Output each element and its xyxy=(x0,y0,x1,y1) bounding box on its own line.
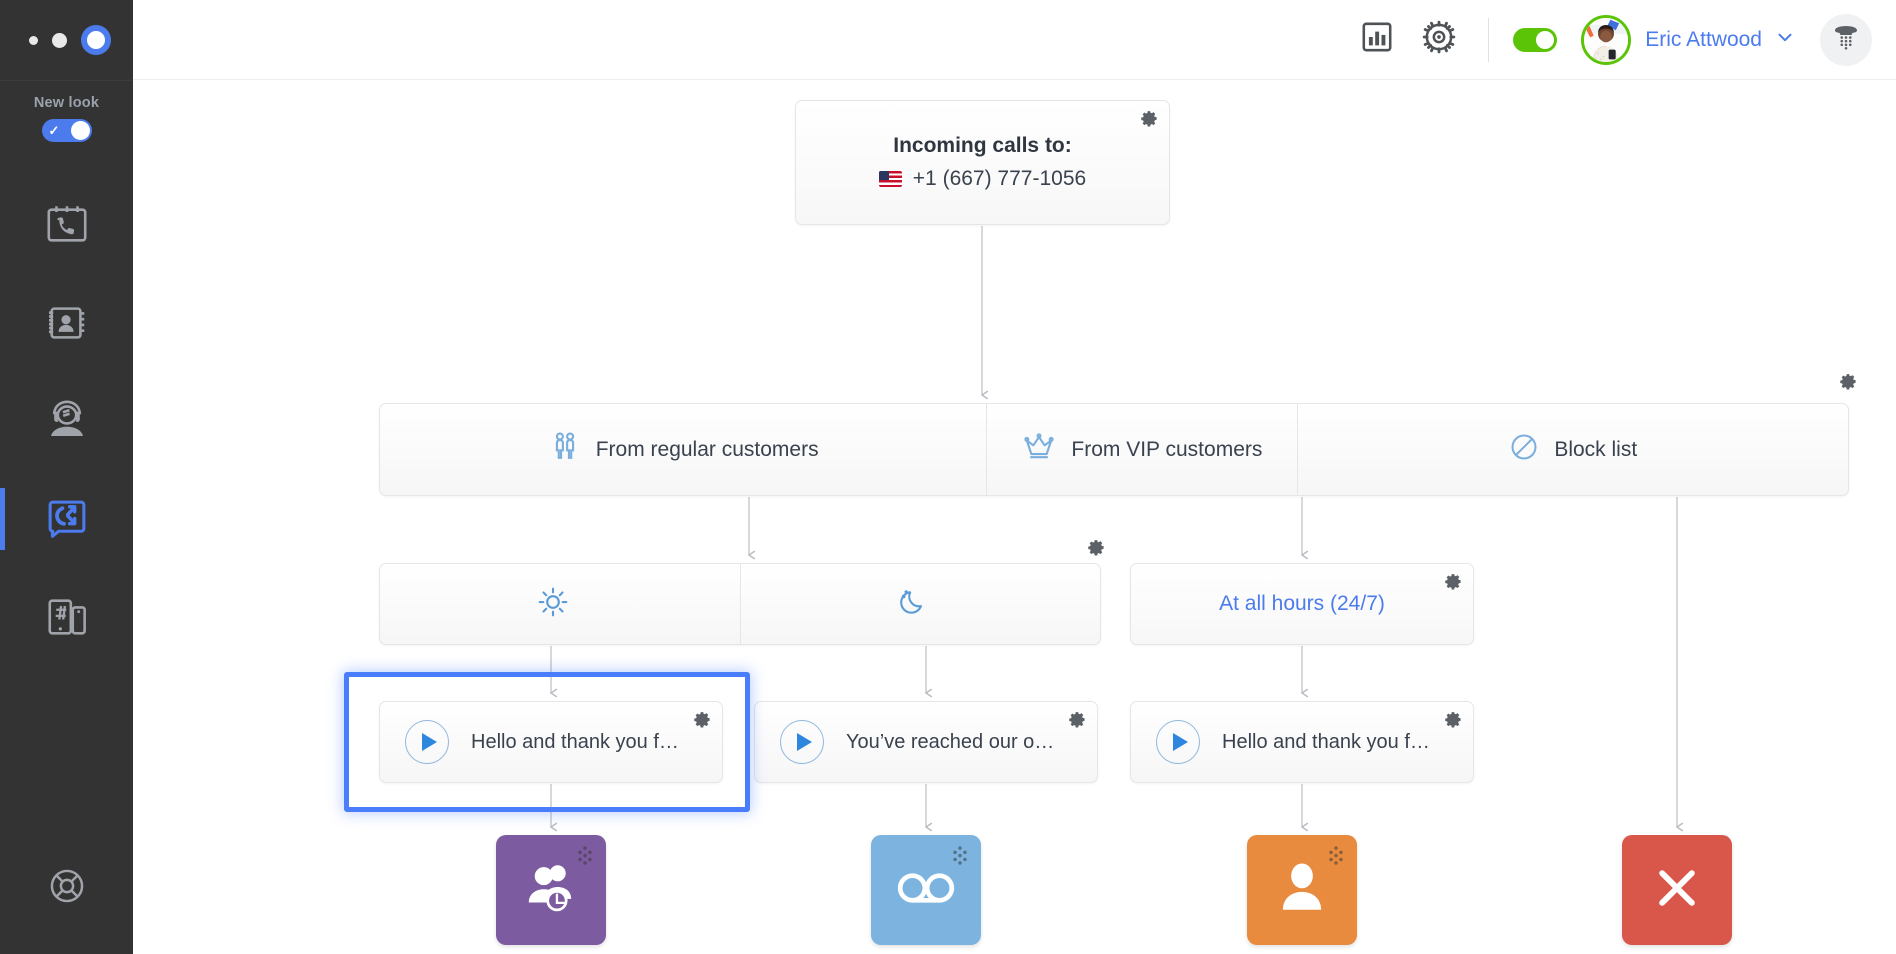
headset-agent-icon xyxy=(43,397,91,445)
sidebar-nav xyxy=(0,176,133,666)
segment-vip-customers[interactable]: From VIP customers xyxy=(986,404,1297,495)
incoming-phone-number: +1 (667) 777-1056 xyxy=(912,167,1087,190)
play-icon[interactable] xyxy=(1156,720,1200,764)
hours-nighttime[interactable] xyxy=(740,540,1104,644)
greeting-text: Hello and thank you f… xyxy=(1222,730,1430,753)
window-dot-medium[interactable] xyxy=(51,32,67,48)
stats-button[interactable] xyxy=(1346,9,1408,71)
toggle-knob xyxy=(70,121,90,140)
header-divider xyxy=(1488,17,1490,62)
gear-icon[interactable] xyxy=(1839,372,1858,391)
action-leave-voicemail[interactable]: Leave Voicemail 100 Kassius xyxy=(841,835,1011,954)
new-look-label: New look xyxy=(33,95,100,111)
gear-ring-icon xyxy=(1419,17,1459,62)
avatar-illustration xyxy=(1584,17,1629,62)
chevron-down-icon xyxy=(1774,26,1796,53)
bar-chart-icon xyxy=(1359,19,1395,60)
action-tile[interactable] xyxy=(496,835,606,945)
sidebar-item-call-flows[interactable] xyxy=(0,470,133,568)
dialpad-handset-icon xyxy=(1831,22,1861,57)
window-dot-small[interactable] xyxy=(28,35,38,45)
window-controls[interactable] xyxy=(0,0,133,80)
user-name[interactable]: Eric Attwood xyxy=(1645,28,1762,52)
sidebar-item-numbers[interactable] xyxy=(0,568,133,666)
sidebar-item-call-history[interactable] xyxy=(0,176,133,274)
user-icon xyxy=(1271,857,1333,924)
gear-icon[interactable] xyxy=(693,710,712,729)
greeting-card-3[interactable]: Hello and thank you f… xyxy=(1130,701,1474,783)
segment-block-list[interactable]: Block list xyxy=(1297,374,1856,495)
gear-icon[interactable] xyxy=(1068,710,1087,729)
gear-icon[interactable] xyxy=(1140,109,1159,128)
call-flow-icon xyxy=(44,496,90,542)
segment-label: From regular customers xyxy=(595,437,819,461)
queue-people-clock-icon xyxy=(520,857,582,924)
hours-daytime[interactable] xyxy=(380,564,740,644)
greeting-text: You’ve reached our o… xyxy=(846,730,1055,753)
calendar-phone-icon xyxy=(44,202,90,248)
avatar[interactable] xyxy=(1581,14,1632,65)
new-look-block: New look ✓ xyxy=(0,80,133,142)
hours-all-card[interactable]: At all hours (24/7) xyxy=(1130,563,1474,645)
us-flag-icon xyxy=(878,171,902,187)
action-tile[interactable] xyxy=(1247,835,1357,945)
toggle-knob xyxy=(1536,30,1555,49)
segment-label: Block list xyxy=(1554,437,1638,461)
hash-devices-icon xyxy=(44,594,90,640)
action-tile[interactable] xyxy=(871,835,981,945)
sidebar: New look ✓ xyxy=(0,0,133,954)
play-icon[interactable] xyxy=(405,720,449,764)
address-book-icon xyxy=(44,300,90,346)
sidebar-item-support[interactable] xyxy=(0,865,133,912)
action-tile[interactable] xyxy=(1622,835,1732,945)
lifebuoy-icon xyxy=(46,865,88,912)
window-dot-active[interactable] xyxy=(80,25,111,55)
greeting-card-1[interactable]: Hello and thank you f… xyxy=(379,701,723,783)
two-people-icon xyxy=(548,430,582,469)
gear-icon[interactable] xyxy=(1444,710,1463,729)
call-flow-canvas: Incoming calls to: +1 (667) 777-1056 Fro… xyxy=(133,80,1896,954)
segment-regular-customers[interactable]: From regular customers xyxy=(380,404,986,495)
greeting-card-2[interactable]: You’ve reached our o… xyxy=(754,701,1098,783)
hours-all-label: At all hours (24/7) xyxy=(1219,592,1385,615)
grip-dots-icon[interactable] xyxy=(574,845,596,867)
no-entry-icon xyxy=(1508,431,1540,468)
sun-icon xyxy=(536,585,570,624)
check-icon: ✓ xyxy=(48,123,60,138)
top-header: Eric Attwood xyxy=(133,0,1896,80)
moon-icon xyxy=(896,585,930,624)
action-queue[interactable]: Queue xyxy=(466,835,636,954)
segment-label: From VIP customers xyxy=(1071,437,1263,461)
grip-dots-icon[interactable] xyxy=(1325,845,1347,867)
close-x-icon xyxy=(1650,861,1704,920)
crown-icon xyxy=(1021,430,1057,469)
incoming-calls-title: Incoming calls to: xyxy=(893,134,1072,157)
app-root: New look ✓ Eric Attwood Incoming calls t… xyxy=(0,0,1896,954)
sidebar-item-contacts[interactable] xyxy=(0,274,133,372)
play-icon[interactable] xyxy=(780,720,824,764)
settings-button[interactable] xyxy=(1408,9,1470,71)
incoming-calls-card[interactable]: Incoming calls to: +1 (667) 777-1056 xyxy=(795,100,1170,225)
greeting-text: Hello and thank you f… xyxy=(471,730,679,753)
main-area: Eric Attwood Incoming calls to: +1 (667)… xyxy=(133,0,1896,954)
incoming-number-row: +1 (667) 777-1056 xyxy=(878,167,1087,191)
sidebar-item-agents[interactable] xyxy=(0,372,133,470)
gear-icon[interactable] xyxy=(1087,538,1106,557)
dialpad-button[interactable] xyxy=(1820,13,1872,66)
availability-toggle[interactable] xyxy=(1513,27,1558,52)
hours-row xyxy=(379,540,1104,645)
action-disconnect[interactable]: Disconnect xyxy=(1592,835,1762,954)
new-look-toggle[interactable]: ✓ xyxy=(41,119,92,142)
grip-dots-icon[interactable] xyxy=(949,845,971,867)
customer-segments-row: From regular customers From VIP customer… xyxy=(379,374,1856,496)
user-menu-button[interactable] xyxy=(1774,26,1796,53)
action-call-to-user[interactable]: Call to user 105 Eric xyxy=(1217,835,1387,954)
gear-icon[interactable] xyxy=(1444,572,1463,591)
